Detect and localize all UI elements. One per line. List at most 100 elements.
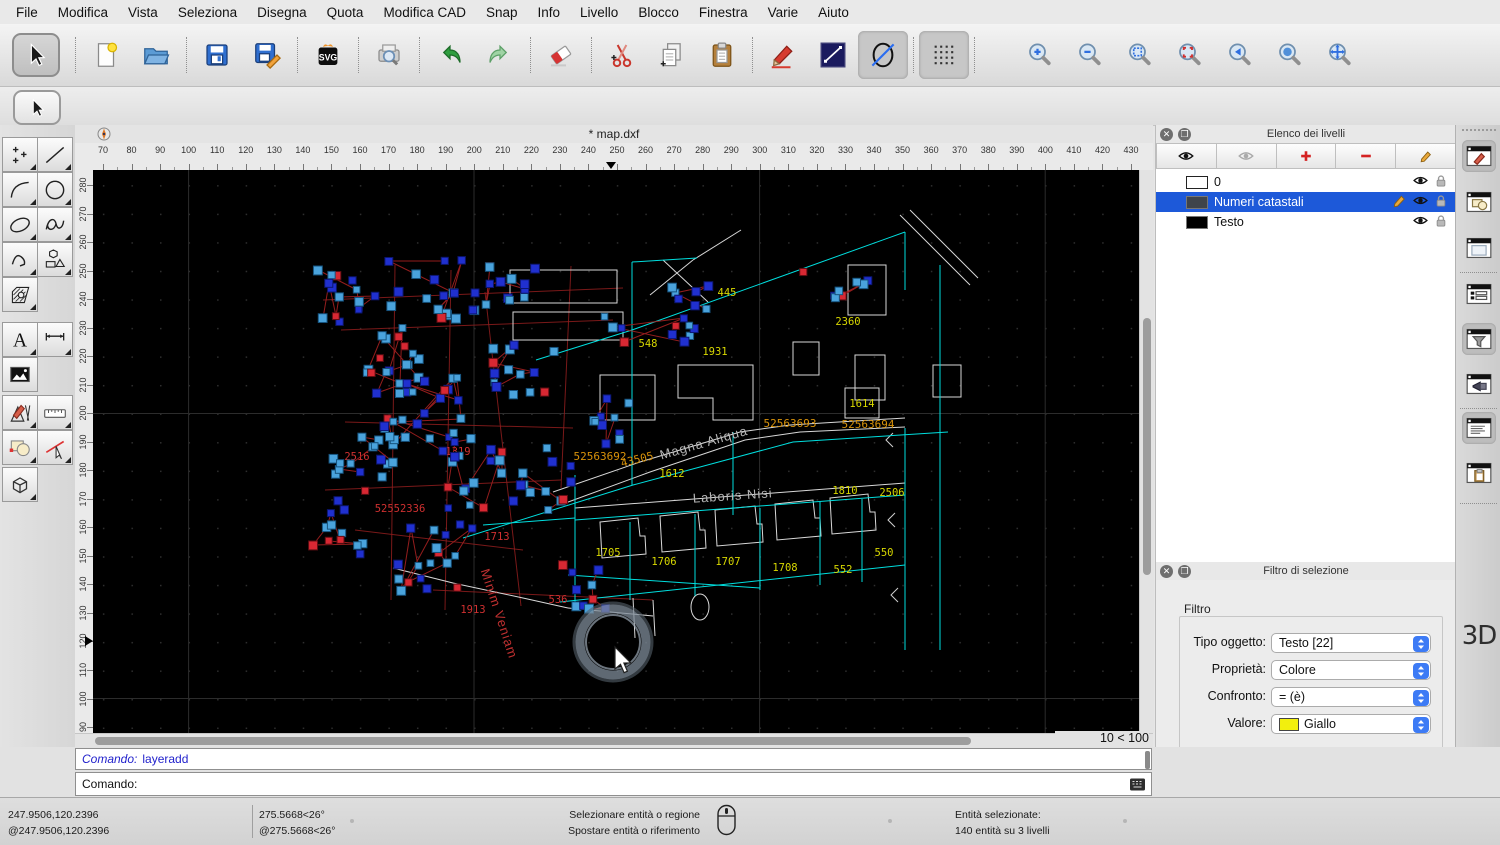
zoom-window-button[interactable] — [1265, 33, 1315, 77]
zoom-in-button[interactable] — [1015, 33, 1065, 77]
draw-pencil-button[interactable] — [758, 33, 808, 77]
zoom-previous-button[interactable] — [1215, 33, 1265, 77]
layer-visibility-icon[interactable] — [1412, 194, 1429, 210]
print-preview-button[interactable] — [364, 33, 414, 77]
line-tool[interactable] — [37, 137, 73, 172]
eye-on-button[interactable] — [1156, 143, 1217, 169]
copy-button[interactable] — [647, 33, 697, 77]
edit-shapes-tool[interactable] — [2, 430, 38, 465]
text-tool[interactable]: A — [2, 322, 38, 357]
menu-item-modifica-cad[interactable]: Modifica CAD — [373, 5, 476, 20]
save-as-button[interactable] — [242, 33, 292, 77]
layer-row-testo[interactable]: Testo — [1156, 212, 1456, 232]
svg-export-button[interactable]: SVG — [303, 33, 353, 77]
circle-tool[interactable] — [37, 172, 73, 207]
history-scrollbar-thumb[interactable] — [1145, 751, 1150, 769]
keyboard-icon[interactable] — [1129, 777, 1146, 795]
vertical-scrollbar-thumb[interactable] — [1143, 318, 1151, 575]
menu-item-varie[interactable]: Varie — [758, 5, 809, 20]
points-tool[interactable] — [2, 137, 38, 172]
image-tool[interactable] — [2, 357, 38, 392]
spline-tool[interactable] — [37, 207, 73, 242]
dimension-tool[interactable] — [37, 322, 73, 357]
redo-button[interactable] — [475, 33, 525, 77]
layer-lock-icon[interactable] — [1434, 214, 1448, 231]
arc-tool[interactable] — [2, 172, 38, 207]
layers-window-button[interactable] — [1462, 278, 1496, 310]
layer-edit-icon[interactable] — [1392, 193, 1407, 211]
clipboard-window-button[interactable] — [1462, 457, 1496, 489]
open-file-button[interactable] — [131, 33, 181, 77]
close-icon[interactable]: ✕ — [1160, 565, 1173, 578]
trim-tool[interactable] — [37, 430, 73, 465]
light-window-button[interactable] — [1462, 368, 1496, 400]
menu-item-file[interactable]: File — [6, 5, 48, 20]
undo-button[interactable] — [425, 33, 475, 77]
eraser-button[interactable] — [536, 33, 586, 77]
blank-window-button[interactable] — [1462, 232, 1496, 264]
measure-tool[interactable] — [37, 395, 73, 430]
filter-select-2[interactable]: = (è) — [1271, 687, 1431, 707]
menu-item-snap[interactable]: Snap — [476, 5, 528, 20]
ellipse-tool-button[interactable] — [858, 31, 908, 79]
drawing-canvas[interactable]: Magna AliquaLaboris NisiMinim Veniam4452… — [93, 170, 1139, 733]
eye-off-button[interactable] — [1217, 143, 1277, 169]
construct-tool[interactable] — [2, 395, 38, 430]
close-icon[interactable]: ✕ — [1160, 128, 1173, 141]
dropdown-stepper-icon[interactable] — [1413, 717, 1429, 733]
menu-item-blocco[interactable]: Blocco — [628, 5, 689, 20]
detach-panel-icon[interactable]: ❐ — [1178, 565, 1191, 578]
grid-toggle-button[interactable] — [919, 31, 969, 79]
zoom-out-button[interactable] — [1065, 33, 1115, 77]
layer-visibility-icon[interactable] — [1412, 214, 1429, 230]
filter-select-1[interactable]: Colore — [1271, 660, 1431, 680]
layer-row-0[interactable]: 0 — [1156, 172, 1456, 192]
pointer-mode-button[interactable] — [13, 90, 61, 125]
zoom-selection-button[interactable] — [1165, 33, 1215, 77]
menu-item-quota[interactable]: Quota — [317, 5, 374, 20]
dropdown-stepper-icon[interactable] — [1413, 663, 1429, 679]
filter-select-3[interactable]: Giallo — [1271, 714, 1431, 734]
menu-item-info[interactable]: Info — [528, 5, 571, 20]
save-button[interactable] — [192, 33, 242, 77]
layer-lock-icon[interactable] — [1434, 194, 1448, 211]
zoom-auto-button[interactable] — [1115, 33, 1165, 77]
menu-item-aiuto[interactable]: Aiuto — [808, 5, 859, 20]
menu-item-modifica[interactable]: Modifica — [48, 5, 118, 20]
menu-item-vista[interactable]: Vista — [118, 5, 168, 20]
command-input[interactable] — [141, 776, 1151, 792]
add-layer-button[interactable] — [1277, 143, 1337, 169]
dock-3d-label[interactable]: 3D — [1459, 621, 1499, 651]
dock-drag-handle[interactable] — [1462, 129, 1496, 131]
ellipse-tool[interactable] — [2, 207, 38, 242]
detach-panel-icon[interactable]: ❐ — [1178, 128, 1191, 141]
polygon-tool[interactable] — [37, 242, 73, 277]
paste-button[interactable] — [697, 33, 747, 77]
polyline-tool[interactable] — [2, 242, 38, 277]
vertical-scrollbar[interactable] — [1139, 170, 1154, 733]
menu-item-finestra[interactable]: Finestra — [689, 5, 758, 20]
remove-layer-button[interactable] — [1336, 143, 1396, 169]
edit-layer-button[interactable] — [1396, 143, 1456, 169]
horizontal-scrollbar[interactable] — [75, 733, 1153, 748]
dropdown-stepper-icon[interactable] — [1413, 690, 1429, 706]
menu-item-disegna[interactable]: Disegna — [247, 5, 317, 20]
line-tool-button[interactable] — [808, 33, 858, 77]
layer-row-numeri-catastali[interactable]: Numeri catastali — [1156, 192, 1456, 212]
zoom-pan-button[interactable] — [1315, 33, 1365, 77]
shapes-window-button[interactable] — [1462, 186, 1496, 218]
select-tool-button[interactable] — [12, 33, 60, 77]
menu-item-livello[interactable]: Livello — [570, 5, 628, 20]
menu-item-seleziona[interactable]: Seleziona — [168, 5, 247, 20]
dropdown-stepper-icon[interactable] — [1413, 636, 1429, 652]
command-window-button[interactable] — [1462, 412, 1496, 444]
horizontal-scrollbar-thumb[interactable] — [95, 737, 971, 745]
cut-button[interactable] — [597, 33, 647, 77]
layer-visibility-icon[interactable] — [1412, 174, 1429, 190]
filter-select-0[interactable]: Testo [22] — [1271, 633, 1431, 653]
hatch-tool[interactable] — [2, 277, 38, 312]
new-file-button[interactable] — [81, 33, 131, 77]
filter-window-button[interactable] — [1462, 323, 1496, 355]
layer-lock-icon[interactable] — [1434, 174, 1448, 191]
box3d-tool[interactable] — [2, 467, 38, 502]
